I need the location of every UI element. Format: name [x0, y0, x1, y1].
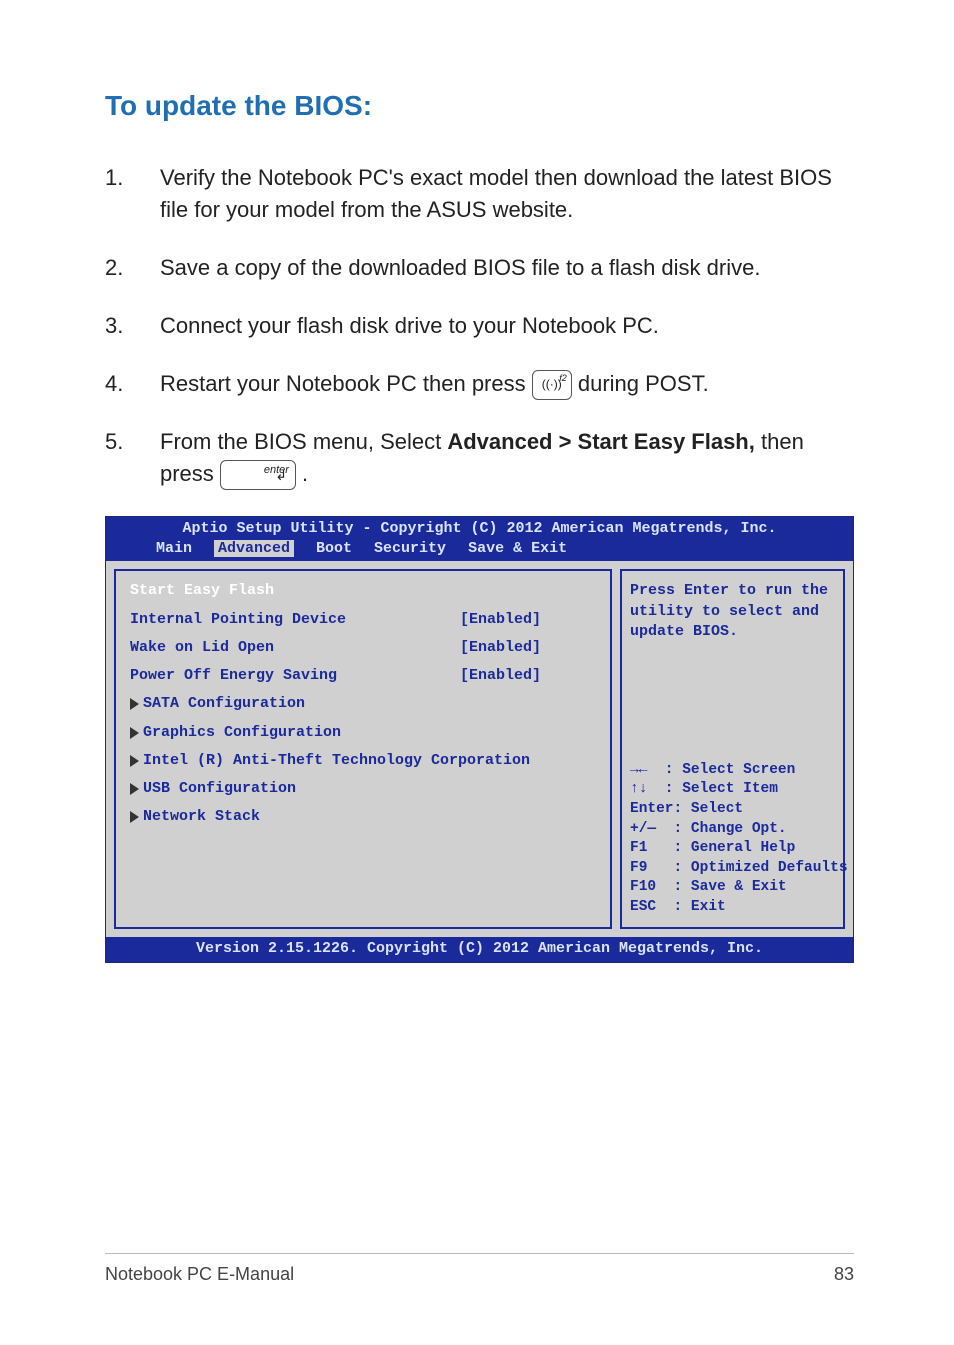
triangle-right-icon [130, 698, 139, 710]
bios-tab-save-exit[interactable]: Save & Exit [468, 540, 567, 557]
bios-item-wake-on-lid-open[interactable]: Wake on Lid Open [Enabled] [130, 638, 596, 658]
step-1: 1. Verify the Notebook PC's exact model … [105, 162, 854, 226]
bios-item-label: Graphics Configuration [143, 723, 341, 743]
bios-tab-security[interactable]: Security [374, 540, 446, 557]
triangle-right-icon [130, 727, 139, 739]
bios-tab-main[interactable]: Main [156, 540, 192, 557]
legend-change-opt: +/— : Change Opt. [630, 820, 835, 840]
step-number: 1. [105, 162, 160, 194]
bios-item-label: Wake on Lid Open [130, 638, 460, 658]
step-text: Save a copy of the downloaded BIOS file … [160, 252, 854, 284]
step-4: 4. Restart your Notebook PC then press (… [105, 368, 854, 400]
step-2: 2. Save a copy of the downloaded BIOS fi… [105, 252, 854, 284]
return-arrow-icon: ↲ [275, 465, 287, 485]
bios-item-value: [Enabled] [460, 610, 541, 630]
step-number: 5. [105, 426, 160, 458]
step-text: Connect your flash disk drive to your No… [160, 310, 854, 342]
legend-save-exit: F10 : Save & Exit [630, 878, 835, 898]
bios-item-internal-pointing-device[interactable]: Internal Pointing Device [Enabled] [130, 610, 596, 630]
bios-tab-boot[interactable]: Boot [316, 540, 352, 557]
f2-superscript: f2 [559, 372, 567, 385]
bios-submenu-usb[interactable]: USB Configuration [130, 779, 596, 799]
bios-item-label: Power Off Energy Saving [130, 666, 460, 686]
bios-item-label: USB Configuration [143, 779, 296, 799]
legend-select-item: ↑↓ : Select Item [630, 780, 835, 800]
bios-submenu-intel-anti-theft[interactable]: Intel (R) Anti-Theft Technology Corporat… [130, 751, 596, 771]
bios-submenu-network-stack[interactable]: Network Stack [130, 807, 596, 827]
triangle-right-icon [130, 783, 139, 795]
legend-general-help: F1 : General Help [630, 839, 835, 859]
bios-key-legend: →← : Select Screen ↑↓ : Select Item Ente… [630, 761, 835, 918]
bios-help-pane: Press Enter to run the utility to select… [620, 569, 845, 929]
bios-submenu-graphics[interactable]: Graphics Configuration [130, 723, 596, 743]
page-number: 83 [834, 1264, 854, 1285]
bios-title: Aptio Setup Utility - Copyright (C) 2012… [106, 517, 853, 539]
bios-item-power-off-energy-saving[interactable]: Power Off Energy Saving [Enabled] [130, 666, 596, 686]
bios-left-pane: Start Easy Flash Internal Pointing Devic… [114, 569, 612, 929]
legend-select: Enter: Select [630, 800, 835, 820]
bios-item-label: Start Easy Flash [130, 581, 460, 601]
footer-title: Notebook PC E-Manual [105, 1264, 294, 1285]
bios-tab-bar: Main Advanced Boot Security Save & Exit [106, 539, 853, 561]
step-text: Restart your Notebook PC then press ((·)… [160, 368, 854, 400]
step-text-pre: From the BIOS menu, Select [160, 429, 447, 454]
bios-submenu-sata[interactable]: SATA Configuration [130, 694, 596, 714]
step-text-post: . [302, 461, 308, 486]
step-number: 4. [105, 368, 160, 400]
step-number: 2. [105, 252, 160, 284]
enter-key-icon: enter ↲ [220, 460, 296, 490]
instruction-list: 1. Verify the Notebook PC's exact model … [105, 162, 854, 490]
step-text: Verify the Notebook PC's exact model the… [160, 162, 854, 226]
bios-item-label: SATA Configuration [143, 694, 305, 714]
bios-body: Start Easy Flash Internal Pointing Devic… [106, 561, 853, 937]
step-text-bold: Advanced > Start Easy Flash, [447, 429, 755, 454]
bios-item-label: Network Stack [143, 807, 260, 827]
page-footer: Notebook PC E-Manual 83 [105, 1253, 854, 1285]
step-text-pre: Restart your Notebook PC then press [160, 371, 532, 396]
triangle-right-icon [130, 755, 139, 767]
bios-tab-advanced[interactable]: Advanced [214, 540, 294, 557]
bios-item-value: [Enabled] [460, 666, 541, 686]
section-heading: To update the BIOS: [105, 90, 854, 122]
bios-item-label: Internal Pointing Device [130, 610, 460, 630]
step-text: From the BIOS menu, Select Advanced > St… [160, 426, 854, 490]
bios-item-value: [Enabled] [460, 638, 541, 658]
bios-screenshot: Aptio Setup Utility - Copyright (C) 2012… [105, 516, 854, 963]
bios-item-label: Intel (R) Anti-Theft Technology Corporat… [143, 751, 530, 771]
legend-exit: ESC : Exit [630, 898, 835, 918]
f2-key-icon: ((·)) f2 [532, 370, 572, 400]
legend-select-screen: →← : Select Screen [630, 761, 835, 781]
step-5: 5. From the BIOS menu, Select Advanced >… [105, 426, 854, 490]
triangle-right-icon [130, 811, 139, 823]
bios-item-start-easy-flash[interactable]: Start Easy Flash [130, 581, 596, 601]
step-3: 3. Connect your flash disk drive to your… [105, 310, 854, 342]
step-text-post: during POST. [578, 371, 709, 396]
bios-help-text: Press Enter to run the utility to select… [630, 581, 835, 642]
legend-optimized-defaults: F9 : Optimized Defaults [630, 859, 835, 879]
step-number: 3. [105, 310, 160, 342]
bios-footer: Version 2.15.1226. Copyright (C) 2012 Am… [106, 937, 853, 961]
